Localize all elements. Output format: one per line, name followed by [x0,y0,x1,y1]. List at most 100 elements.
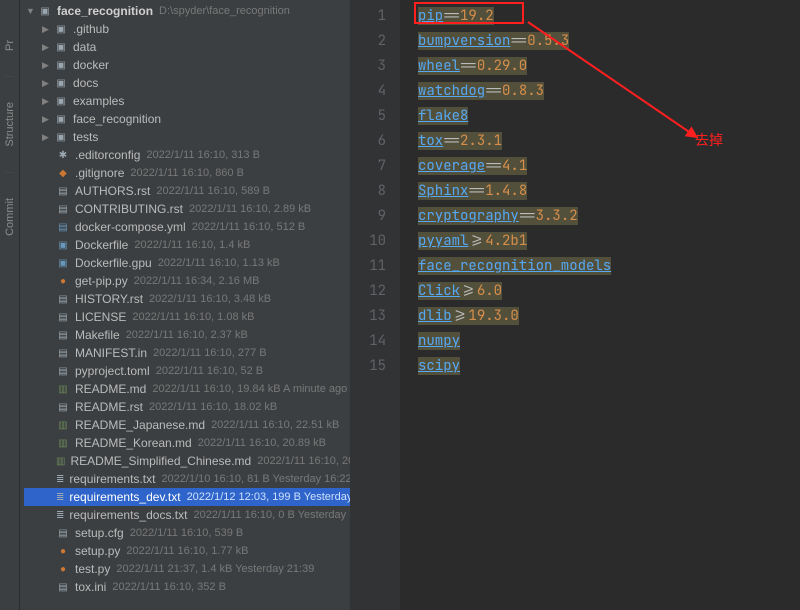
chevron-right-icon: ▶ [42,96,54,107]
code-line[interactable]: face_recognition_models [418,254,800,279]
file-row[interactable]: ▤Makefile2022/1/11 16:10, 2.37 kB [24,326,350,344]
folder-row[interactable]: ▶▣data [24,38,350,56]
file-row[interactable]: ≣requirements.txt2022/1/10 16:10, 81 B Y… [24,470,350,488]
folder-row[interactable]: ▶▣docs [24,74,350,92]
file-row[interactable]: ▤tox.ini2022/1/11 16:10, 352 B [24,578,350,596]
folder-row[interactable]: ▶▣docker [24,56,350,74]
code-line[interactable]: Sphinx==1.4.8 [418,179,800,204]
line-number-gutter: 123456789101112131415 [350,0,400,610]
code-line[interactable]: pyyaml>=4.2b1 [418,229,800,254]
file-meta: 2022/1/11 16:10, 52 B [156,365,263,377]
file-row[interactable]: ▣Dockerfile.gpu2022/1/11 16:10, 1.13 kB [24,254,350,272]
file-row[interactable]: ●test.py2022/1/11 21:37, 1.4 kB Yesterda… [24,560,350,578]
file-meta: 2022/1/11 16:10, 3.48 kB [149,293,271,305]
file-name: README_Simplified_Chinese.md [70,454,251,468]
version: 2.3.1 [460,132,502,150]
version: 4.2b1 [485,232,527,250]
file-row[interactable]: ▤setup.cfg2022/1/11 16:10, 539 B [24,524,350,542]
file-row[interactable]: ≣requirements_dev.txt2022/1/12 12:03, 19… [24,488,350,506]
code-line[interactable]: watchdog==0.8.3 [418,79,800,104]
file-name: CONTRIBUTING.rst [75,202,183,216]
file-name: LICENSE [75,310,126,324]
operator: == [468,182,485,200]
divider: ··· [5,167,15,178]
folder-row[interactable]: ▶▣.github [24,20,350,38]
code-line[interactable]: pip==19.2 [418,4,800,29]
file-meta: 2022/1/11 16:10, 860 B [130,167,244,179]
file-row[interactable]: ▥README_Simplified_Chinese.md2022/1/11 1… [24,452,350,470]
file-name: test.py [75,562,110,576]
file-row[interactable]: ▤README.rst2022/1/11 16:10, 18.02 kB [24,398,350,416]
file-row[interactable]: ▣Dockerfile2022/1/11 16:10, 1.4 kB [24,236,350,254]
file-row[interactable]: ▤HISTORY.rst2022/1/11 16:10, 3.48 kB [24,290,350,308]
folder-name: tests [73,130,98,144]
code-line[interactable]: bumpversion==0.5.3 [418,29,800,54]
code-line[interactable]: coverage==4.1 [418,154,800,179]
tool-window-bar: Pr ··· Structure ··· Commit [0,0,20,610]
file-row[interactable]: ●get-pip.py2022/1/11 16:34, 2.16 MB [24,272,350,290]
package-name: face_recognition_models [418,257,611,275]
file-row[interactable]: ≣requirements_docs.txt2022/1/11 16:10, 0… [24,506,350,524]
file-meta: 2022/1/11 16:10, 22.51 kB [211,419,339,431]
file-row[interactable]: ▤CONTRIBUTING.rst2022/1/11 16:10, 2.89 k… [24,200,350,218]
file-name: Dockerfile [75,238,128,252]
gear-icon: ✱ [56,148,70,162]
folder-row[interactable]: ▶▣ examples [24,92,350,110]
file-name: requirements.txt [69,472,155,486]
package-name: wheel [418,57,460,75]
file-row[interactable]: ◆.gitignore2022/1/11 16:10, 860 B [24,164,350,182]
file-name: setup.py [75,544,120,558]
file-name: requirements_docs.txt [69,508,187,522]
code-line[interactable]: numpy [418,329,800,354]
file-row[interactable]: ▤LICENSE2022/1/11 16:10, 1.08 kB [24,308,350,326]
folder-name: examples [73,94,124,108]
folder-row[interactable]: ▶▣tests [24,128,350,146]
file-meta: 2022/1/11 16:10, 589 B [156,185,270,197]
code-line[interactable]: scipy [418,354,800,379]
file-name: README_Japanese.md [75,418,205,432]
file-row[interactable]: ▥README_Japanese.md2022/1/11 16:10, 22.5… [24,416,350,434]
file-name: README_Korean.md [75,436,192,450]
file-row[interactable]: ▤pyproject.toml2022/1/11 16:10, 52 B [24,362,350,380]
code-line[interactable]: tox==2.3.1 [418,129,800,154]
file-meta: 2022/1/11 16:10, 1.4 kB [134,239,250,251]
commit-tool-label[interactable]: Commit [4,198,16,236]
file-name: requirements_dev.txt [69,490,180,504]
line-number: 11 [350,254,386,279]
operator: == [485,82,502,100]
file-row[interactable]: ▤docker-compose.yml2022/1/11 16:10, 512 … [24,218,350,236]
code-line[interactable]: dlib>=19.3.0 [418,304,800,329]
file-row[interactable]: ✱.editorconfig2022/1/11 16:10, 313 B [24,146,350,164]
project-root-path: D:\spyder\face_recognition [159,5,290,17]
chevron-down-icon: ▼ [26,6,38,16]
code-area[interactable]: pip==19.2bumpversion==0.5.3wheel==0.29.0… [400,0,800,610]
project-root[interactable]: ▼ ▣ face_recognition D:\spyder\face_reco… [24,2,350,20]
package-name: tox [418,132,443,150]
file-row[interactable]: ▥README.md2022/1/11 16:10, 19.84 kB A mi… [24,380,350,398]
file-row[interactable]: ▤AUTHORS.rst2022/1/11 16:10, 589 B [24,182,350,200]
version: 1.4.8 [485,182,527,200]
file-meta: 2022/1/11 16:10, 1.13 kB [158,257,280,269]
version: 0.29.0 [477,57,527,75]
folder-icon: ▣ [54,94,68,108]
structure-tool-label[interactable]: Structure [4,102,16,147]
file-meta: 2022/1/12 12:03, 199 B Yesterday 16 [187,491,350,503]
chevron-right-icon: ▶ [42,60,54,71]
editor[interactable]: 123456789101112131415 pip==19.2bumpversi… [350,0,800,610]
file-icon: ▤ [56,580,70,594]
line-number: 13 [350,304,386,329]
file-row[interactable]: ▤MANIFEST.in2022/1/11 16:10, 277 B [24,344,350,362]
file-row[interactable]: ●setup.py2022/1/11 16:10, 1.77 kB [24,542,350,560]
file-meta: 2022/1/11 16:34, 2.16 MB [134,275,260,287]
code-line[interactable]: Click>=6.0 [418,279,800,304]
code-line[interactable]: flake8 [418,104,800,129]
folder-row[interactable]: ▶▣face_recognition [24,110,350,128]
dock-icon: ▣ [56,256,70,270]
chevron-right-icon: ▶ [42,24,54,35]
file-row[interactable]: ▥README_Korean.md2022/1/11 16:10, 20.89 … [24,434,350,452]
operator: >= [452,307,469,325]
code-line[interactable]: wheel==0.29.0 [418,54,800,79]
project-tool-label[interactable]: Pr [4,40,16,51]
code-line[interactable]: cryptography==3.3.2 [418,204,800,229]
file-meta: 2022/1/11 16:10, 20.89 kB [198,437,326,449]
